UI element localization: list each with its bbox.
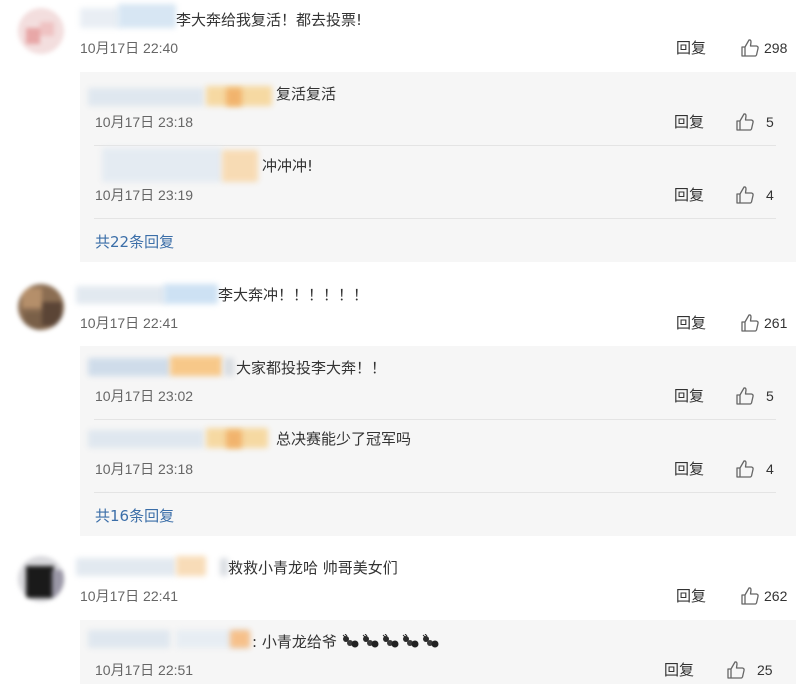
ant-emoji-icon — [342, 634, 359, 648]
username-redacted[interactable] — [118, 4, 176, 28]
reply-text-content: : 小青龙给爷 — [252, 633, 337, 651]
ant-emoji-icon — [402, 634, 419, 648]
username-redacted[interactable] — [222, 150, 258, 182]
like-icon[interactable] — [735, 185, 755, 205]
ant-emoji-icon — [382, 634, 399, 648]
reply-button[interactable]: 回复 — [674, 386, 704, 406]
reply-button[interactable]: 回复 — [674, 112, 704, 132]
avatar[interactable] — [18, 284, 64, 330]
comment-timestamp: 10月17日 22:41 — [80, 588, 179, 604]
like-icon[interactable] — [735, 459, 755, 479]
like-count: 5 — [766, 114, 774, 130]
reply-text: 总决赛能少了冠军吗 — [276, 430, 412, 448]
reply-button[interactable]: 回复 — [676, 313, 706, 333]
like-icon[interactable] — [726, 660, 746, 680]
like-count: 25 — [757, 662, 773, 678]
username-redacted[interactable] — [230, 630, 250, 648]
username-redacted[interactable] — [88, 430, 204, 448]
reply-timestamp: 10月17日 23:02 — [95, 388, 194, 404]
view-more-replies-link[interactable]: 共22条回复 — [95, 232, 174, 252]
reply-timestamp: 10月17日 23:18 — [95, 461, 194, 477]
avatar[interactable] — [18, 556, 64, 602]
reply-list: : 小青龙给爷 10月17日 22:51 回复 25 — [80, 620, 796, 684]
like-count: 298 — [764, 40, 788, 56]
like-count: 261 — [764, 315, 788, 331]
reply-list: 大家都投投李大奔！！ 10月17日 23:02 回复 5 总决赛能少了冠军吗 1… — [80, 346, 796, 536]
like-count: 4 — [766, 461, 774, 477]
reply-timestamp: 10月17日 22:51 — [95, 662, 194, 678]
comment-timestamp: 10月17日 22:41 — [80, 315, 179, 331]
reply-timestamp: 10月17日 23:19 — [95, 187, 194, 203]
reply-timestamp: 10月17日 23:18 — [95, 114, 194, 130]
divider — [94, 492, 776, 493]
comment-timestamp: 10月17日 22:40 — [80, 40, 179, 56]
like-count: 4 — [766, 187, 774, 203]
view-more-replies-link[interactable]: 共16条回复 — [95, 506, 174, 526]
reply-text: : 小青龙给爷 — [252, 632, 442, 652]
username-redacted[interactable] — [88, 358, 170, 376]
ant-emoji-icon — [362, 634, 379, 648]
like-icon[interactable] — [740, 586, 760, 606]
reply-text: 大家都投投李大奔！！ — [236, 359, 387, 377]
like-icon[interactable] — [735, 386, 755, 406]
like-icon[interactable] — [740, 38, 760, 58]
username-redacted[interactable] — [164, 284, 218, 304]
reply-button[interactable]: 回复 — [676, 586, 706, 606]
ant-emoji-icon — [422, 634, 439, 648]
like-icon[interactable] — [740, 313, 760, 333]
avatar[interactable] — [18, 8, 64, 54]
emoji-group — [342, 633, 442, 651]
username-redacted[interactable] — [88, 630, 170, 648]
username-redacted[interactable] — [226, 88, 242, 106]
reply-button[interactable]: 回复 — [674, 185, 704, 205]
divider — [94, 145, 776, 146]
reply-button[interactable]: 回复 — [664, 660, 694, 680]
comment-text: 救救小青龙哈 帅哥美女们 — [228, 559, 398, 577]
reply-text: 冲冲冲! — [262, 157, 314, 175]
username-redacted[interactable] — [224, 358, 234, 376]
divider — [94, 419, 776, 420]
reply-button[interactable]: 回复 — [676, 38, 706, 58]
username-redacted[interactable] — [176, 556, 206, 576]
divider — [94, 218, 776, 219]
username-redacted[interactable] — [76, 286, 166, 304]
comment-text: 李大奔给我复活！都去投票! — [176, 11, 363, 29]
username-redacted[interactable] — [226, 430, 242, 448]
reply-button[interactable]: 回复 — [674, 459, 704, 479]
comment-text: 李大奔冲！！！！！！ — [218, 286, 369, 304]
username-redacted[interactable] — [220, 558, 228, 576]
username-redacted[interactable] — [76, 558, 176, 576]
like-count: 5 — [766, 388, 774, 404]
like-icon[interactable] — [735, 112, 755, 132]
reply-list: 复活复活 10月17日 23:18 回复 5 冲冲冲! 10月17日 23:19… — [80, 72, 796, 262]
username-redacted[interactable] — [102, 148, 222, 182]
username-redacted[interactable] — [88, 88, 204, 106]
username-redacted[interactable] — [170, 356, 222, 376]
reply-text: 复活复活 — [276, 85, 337, 103]
like-count: 262 — [764, 588, 788, 604]
username-redacted[interactable] — [80, 8, 120, 28]
